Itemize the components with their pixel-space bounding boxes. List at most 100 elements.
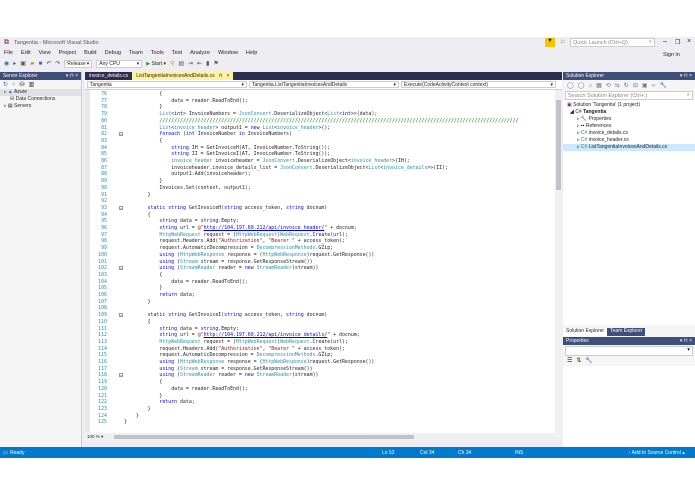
stop-icon[interactable]: × (12, 82, 16, 88)
code-line[interactable]: 92 (85, 198, 555, 205)
menu-view[interactable]: View (39, 50, 51, 56)
tree-item-invoice-details[interactable]: ▹ C# invoice_details.cs (563, 130, 695, 137)
view-code-icon[interactable]: ‹› (652, 83, 656, 89)
code-line[interactable]: 111 string data = string.Empty; (85, 326, 555, 333)
code-line[interactable]: 120 data = reader.ReadToEnd(); (85, 386, 555, 393)
maximize-button[interactable]: ❐ (675, 39, 680, 46)
code-line[interactable]: 87 invoiceheader.invoice_details_list = J… (85, 165, 555, 172)
menu-edit[interactable]: Edit (21, 50, 31, 56)
code-line[interactable]: 90 Invoices.Set(context, output1); (85, 185, 555, 192)
collapse-icon[interactable]: − (119, 266, 123, 271)
tab-list-tangentia-invoices[interactable]: ListTangentiaInvoicesAndDetails.cs ⊓ × (132, 72, 234, 80)
code-line[interactable]: 107} (85, 299, 555, 306)
connect-server-icon[interactable]: ▥ (29, 81, 35, 88)
code-line[interactable]: 103 { (85, 272, 555, 279)
code-line[interactable]: 121} (85, 393, 555, 400)
menu-help[interactable]: Help (246, 50, 258, 56)
tab-team-explorer[interactable]: Team Explorer (607, 328, 646, 336)
pin-icon[interactable]: ⊓ (219, 73, 223, 79)
code-line[interactable]: 82 − foreach (int InvoiceNumber in Invoice… (85, 131, 555, 138)
code-line[interactable]: 118 − using (StreamReader reader = new Str… (85, 372, 555, 379)
bookmark-icon[interactable]: ▮ (206, 60, 209, 67)
forward-icon[interactable]: ◯ (578, 82, 585, 89)
properties-object-select[interactable]: ▾ (565, 346, 693, 356)
panel-controls[interactable]: ▾ ⊓ × (680, 338, 692, 344)
code-line[interactable]: 100 using (HttpWebResponse response = (Ht… (85, 252, 555, 259)
vertical-scrollbar[interactable] (555, 90, 562, 433)
tab-solution-explorer[interactable]: Solution Explorer (563, 328, 608, 336)
menu-debug[interactable]: Debug (105, 50, 121, 56)
tree-item-invoice-header[interactable]: ▹ C# invoice_header.cs (563, 137, 695, 144)
code-line[interactable]: 78} (85, 104, 555, 111)
home-icon[interactable]: ⌂ (588, 83, 592, 89)
back-icon[interactable]: ◉ (4, 60, 9, 67)
code-line[interactable]: 105} (85, 285, 555, 292)
align-icon[interactable]: ▤ (178, 60, 184, 67)
code-line[interactable]: 109− static string GetInvoiceI(string acc… (85, 312, 555, 319)
categorized-icon[interactable]: ☰ (567, 357, 572, 364)
code-line[interactable]: 88 output1.Add(invoiceheader); (85, 171, 555, 178)
connect-database-icon[interactable]: ⛁ (20, 81, 25, 88)
code-line[interactable]: 79 List<int> InvoiceNumbers = JsonConvert… (85, 111, 555, 118)
code-line[interactable]: 115 request.AutomaticDecompression = Deco… (85, 352, 555, 359)
tree-item-azure[interactable]: ▹ ▲ Azure (0, 89, 81, 96)
switch-views-icon[interactable]: ▦ (596, 82, 602, 89)
code-line[interactable]: 116 using (HttpWebResponse response = (Ht… (85, 359, 555, 366)
tree-item-references[interactable]: ▹ ▪▪ References (563, 123, 695, 130)
code-line[interactable]: 124} (85, 413, 555, 420)
configuration-select[interactable]: Release ▾ (64, 59, 93, 68)
find-icon[interactable]: ⚲ (170, 60, 174, 67)
code-line[interactable]: 101 using (Stream stream = response.GetRe… (85, 259, 555, 266)
refresh-icon[interactable]: ↻ (624, 82, 629, 89)
refresh-icon[interactable]: ↻ (3, 81, 8, 88)
tree-item-properties[interactable]: ▹ 🔧 Properties (563, 116, 695, 123)
pending-changes-icon[interactable]: ⟲ (606, 82, 611, 89)
close-tab-icon[interactable]: × (226, 73, 229, 79)
redo-icon[interactable]: ↷ (55, 60, 60, 67)
menu-tools[interactable]: Tools (151, 50, 164, 56)
feedback-icon[interactable]: ⚐ (560, 39, 565, 46)
properties-icon[interactable]: 🔧 (660, 82, 667, 89)
code-line[interactable]: 89} (85, 178, 555, 185)
open-file-icon[interactable]: ▰ (30, 60, 35, 67)
code-line[interactable]: 104 data = reader.ReadToEnd(); (85, 279, 555, 286)
sync-icon[interactable]: ⇆ (615, 82, 620, 89)
back-icon[interactable]: ◯ (567, 82, 574, 89)
filter-icon[interactable]: ▼ (545, 38, 555, 47)
code-line[interactable]: 93− static string GetInvoiceH(string acce… (85, 205, 555, 212)
code-line[interactable]: 77 data = reader.ReadToEnd(); (85, 98, 555, 105)
outdent-icon[interactable]: ⇤ (197, 60, 202, 67)
code-line[interactable]: 94 { (85, 212, 555, 219)
panel-controls[interactable]: ▾ ⊓ × (680, 73, 692, 79)
panel-controls[interactable]: ▾ ⊓ × (66, 73, 78, 79)
forward-icon[interactable]: ▸ (13, 60, 16, 67)
tree-item-solution[interactable]: ▣ Solution 'Tangentia' (1 project) (563, 102, 695, 109)
code-line[interactable]: 81 List<invoice_header> output1 = new Lis… (85, 125, 555, 132)
start-button[interactable]: ▶ Start ▾ (146, 61, 166, 67)
collapse-icon[interactable]: − (119, 205, 123, 210)
code-line[interactable]: 102 − using (StreamReader reader = new Str… (85, 265, 555, 272)
tree-item-project[interactable]: ◢ C# Tangentia (563, 109, 695, 116)
code-line[interactable]: 91} (85, 192, 555, 199)
tree-item-servers[interactable]: ▹ ▤ Servers (0, 103, 81, 110)
code-line[interactable]: 123} (85, 406, 555, 413)
code-line[interactable]: 95 string data = string.Empty; (85, 218, 555, 225)
member-dropdown[interactable]: Execute(CodeActivityContext context) ▾ (401, 81, 556, 88)
alphabetical-icon[interactable]: ⇅ (576, 357, 581, 364)
new-project-icon[interactable]: ▣ (20, 60, 26, 67)
code-line[interactable]: 80 //////////////////////////////////////… (85, 118, 555, 125)
code-line[interactable]: 83 { (85, 138, 555, 145)
property-pages-icon[interactable]: 🔧 (585, 357, 592, 364)
menu-project[interactable]: Project (59, 50, 76, 56)
menu-window[interactable]: Window (218, 50, 238, 56)
menu-file[interactable]: File (4, 50, 13, 56)
code-line[interactable]: 125} (85, 419, 555, 426)
sign-in-link[interactable]: Sign in (663, 52, 680, 58)
collapse-icon[interactable]: − (119, 313, 123, 318)
quick-launch-input[interactable]: Quick Launch (Ctrl+Q) ⌕ (570, 38, 655, 47)
horizontal-scrollbar[interactable] (114, 435, 415, 439)
save-icon[interactable]: ■ (39, 61, 43, 67)
code-line[interactable]: 114 request.Headers.Add("Authorization", … (85, 346, 555, 353)
menu-analyze[interactable]: Analyze (190, 50, 210, 56)
code-line[interactable]: 97 HttpWebRequest request = (HttpWebReque… (85, 232, 555, 239)
